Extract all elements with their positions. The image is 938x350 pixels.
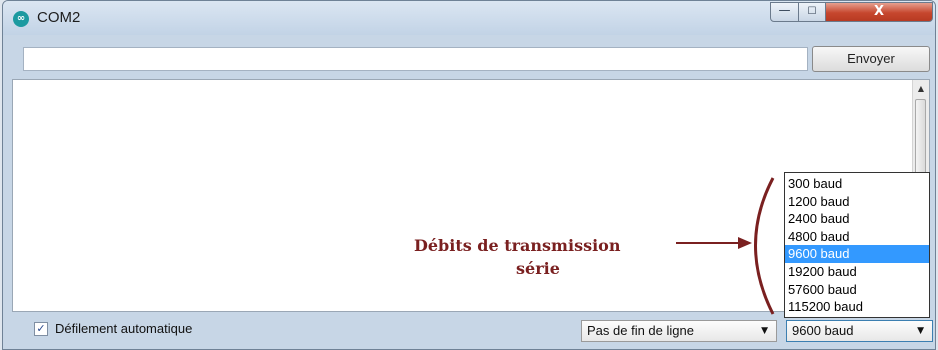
minimize-button[interactable]: — xyxy=(770,2,799,22)
dropdown-option[interactable]: 9600 baud xyxy=(785,245,929,263)
dropdown-option[interactable]: 4800 baud xyxy=(785,228,929,246)
annotation-label: Débits de transmission série xyxy=(400,234,690,280)
window-title: COM2 xyxy=(37,9,81,26)
autoscroll-label: Défilement automatique xyxy=(55,321,193,336)
line-ending-value: Pas de fin de ligne xyxy=(587,323,694,338)
arduino-icon: ∞ xyxy=(13,11,29,27)
close-button[interactable]: X xyxy=(825,2,933,22)
close-icon: X xyxy=(873,4,885,19)
maximize-button[interactable]: ☐ xyxy=(798,2,826,22)
maximize-icon: ☐ xyxy=(807,6,817,17)
checkmark-icon: ✓ xyxy=(36,322,46,335)
minimize-icon: — xyxy=(778,3,791,17)
baud-rate-select[interactable]: 9600 baud ▼ xyxy=(786,320,933,342)
baud-rate-value: 9600 baud xyxy=(792,323,854,338)
annotation-line-1: Débits de transmission xyxy=(414,236,621,255)
baud-rate-dropdown-list[interactable]: 300 baud 1200 baud 2400 baud 4800 baud 9600 … xyxy=(784,172,930,318)
dropdown-option[interactable]: 115200 baud xyxy=(785,298,929,316)
autoscroll-checkbox[interactable]: ✓ xyxy=(34,322,48,336)
annotation-line-2: série xyxy=(516,259,560,278)
dropdown-option[interactable]: 300 baud xyxy=(785,175,929,193)
dropdown-option[interactable]: 1200 baud xyxy=(785,193,929,211)
dropdown-option[interactable]: 19200 baud xyxy=(785,263,929,281)
dropdown-option[interactable]: 57600 baud xyxy=(785,281,929,299)
title-bar: ∞ COM2 — ☐ X xyxy=(3,1,935,35)
scroll-up-icon[interactable]: ▲ xyxy=(913,80,929,97)
send-input[interactable] xyxy=(23,47,808,71)
line-ending-select[interactable]: Pas de fin de ligne ▼ xyxy=(581,320,777,342)
chevron-down-icon: ▼ xyxy=(917,326,924,336)
bottom-bar: ✓ Défilement automatique Pas de fin de l… xyxy=(3,316,935,349)
send-button[interactable]: Envoyer xyxy=(812,46,930,72)
dropdown-option[interactable]: 2400 baud xyxy=(785,210,929,228)
chevron-down-icon: ▼ xyxy=(761,326,768,336)
